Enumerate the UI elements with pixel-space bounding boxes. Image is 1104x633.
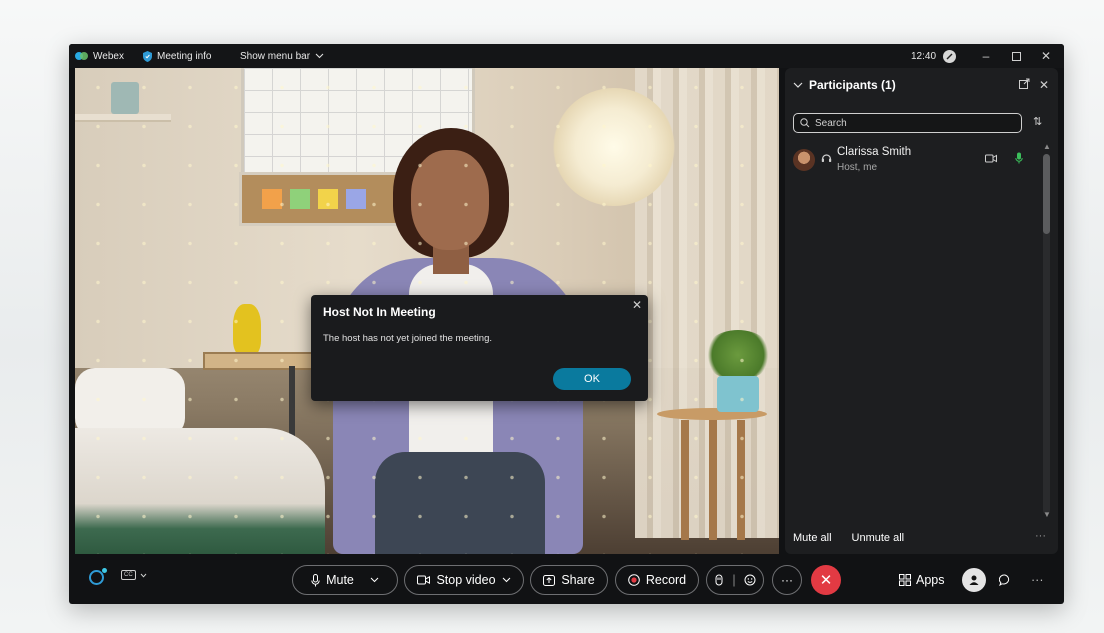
dialog-title: Host Not In Meeting: [323, 305, 436, 319]
ok-button[interactable]: OK: [553, 368, 631, 390]
chat-icon: [999, 574, 1010, 586]
shield-icon: [143, 50, 152, 62]
participant-role: Host, me: [837, 162, 878, 173]
clock: 12:40: [911, 50, 937, 62]
microphone-icon[interactable]: [1015, 152, 1023, 167]
dialog-message: The host has not yet joined the meeting.: [323, 333, 492, 344]
avatar: [793, 149, 815, 171]
webex-app-label: Webex: [75, 44, 124, 68]
search-field[interactable]: [793, 113, 1022, 133]
participant-row[interactable]: Clarissa Smith Host, me: [793, 146, 1033, 176]
participants-header[interactable]: Participants (1): [793, 78, 896, 92]
popout-icon: [1019, 78, 1030, 89]
show-menu-bar-button[interactable]: Show menu bar: [240, 44, 324, 68]
status-button[interactable]: [943, 44, 956, 68]
participants-icon[interactable]: [962, 568, 986, 592]
stop-video-button[interactable]: Stop video: [404, 565, 524, 595]
chevron-down-icon: [140, 573, 147, 578]
close-window-button[interactable]: ✕: [1031, 44, 1061, 68]
chevron-down-icon: [793, 82, 803, 88]
more-icon[interactable]: ···: [1035, 530, 1046, 542]
apps-icon: [899, 574, 911, 586]
scroll-thumb[interactable]: [1043, 154, 1050, 234]
more-icon: ···: [1031, 573, 1044, 587]
participants-panel: Participants (1) ✕ ⇅ Clarissa Smith Host…: [785, 68, 1058, 554]
hand-reactions-button[interactable]: |: [706, 565, 764, 595]
record-label: Record: [645, 573, 687, 587]
title-bar: Webex Meeting info Show menu bar 12:40 –…: [69, 44, 1064, 68]
apps-button[interactable]: Apps: [899, 565, 945, 595]
close-icon: ✕: [1039, 78, 1050, 92]
share-icon: [543, 574, 556, 586]
minimize-button[interactable]: –: [971, 44, 1001, 68]
closed-captions-button[interactable]: CC: [121, 570, 147, 580]
raise-hand-icon: [715, 574, 723, 586]
record-icon: [628, 574, 640, 586]
sort-button[interactable]: ⇅: [1033, 115, 1042, 128]
chevron-down-icon: [502, 577, 510, 583]
mute-label: Mute: [326, 573, 354, 587]
scroll-down-icon[interactable]: ▼: [1043, 510, 1051, 519]
participant-name: Clarissa Smith: [837, 146, 912, 158]
close-icon: ✕: [1040, 49, 1052, 63]
share-button[interactable]: Share: [530, 565, 608, 595]
more-options-button[interactable]: ···: [772, 565, 802, 595]
close-panel-button[interactable]: ✕: [1039, 78, 1049, 92]
ai-assistant-badge: [102, 568, 107, 573]
participants-title: Participants (1): [809, 78, 896, 92]
status-icon: [943, 49, 956, 63]
end-call-button[interactable]: ✕: [811, 565, 841, 595]
camera-icon: [985, 154, 997, 166]
popout-button[interactable]: [1019, 78, 1030, 92]
closed-captions-icon: CC: [121, 570, 136, 580]
participants-scrollbar[interactable]: [1043, 154, 1050, 514]
headset-icon: [821, 152, 832, 167]
reactions-icon: [744, 574, 756, 586]
share-label: Share: [561, 573, 595, 587]
search-icon: [800, 118, 810, 128]
more-options-right[interactable]: ···: [1031, 565, 1044, 595]
show-menu-bar-label: Show menu bar: [240, 50, 311, 62]
search-input[interactable]: [815, 117, 1005, 129]
maximize-icon: [1011, 51, 1021, 61]
divider: |: [732, 573, 736, 587]
webex-logo-icon: [75, 52, 88, 60]
dialog-close-icon[interactable]: ✕: [632, 298, 642, 312]
mute-button[interactable]: Mute: [292, 565, 398, 595]
end-call-icon: ✕: [819, 572, 833, 589]
maximize-button[interactable]: [1001, 44, 1031, 68]
panel-footer: Mute all Unmute all: [793, 532, 904, 544]
video-feed: Host Not In Meeting ✕ The host has not y…: [75, 68, 779, 554]
unmute-all-button[interactable]: Unmute all: [852, 532, 905, 544]
mute-all-button[interactable]: Mute all: [793, 532, 832, 544]
host-not-in-meeting-dialog: Host Not In Meeting ✕ The host has not y…: [311, 295, 648, 401]
meeting-controls-bar: CC Mute Stop video Share Record | ··· ✕: [69, 560, 1064, 604]
minimize-icon: –: [982, 49, 990, 63]
camera-icon: [417, 575, 431, 585]
apps-label: Apps: [916, 573, 945, 587]
more-icon: ···: [781, 573, 793, 587]
microphone-icon: [311, 573, 320, 586]
chevron-down-icon: [315, 53, 324, 59]
app-name: Webex: [93, 50, 124, 62]
meeting-info-label: Meeting info: [157, 50, 212, 62]
scroll-up-icon[interactable]: ▲: [1043, 142, 1051, 151]
webex-meeting-window: Webex Meeting info Show menu bar 12:40 –…: [69, 44, 1064, 604]
chevron-down-icon: [370, 577, 379, 583]
record-button[interactable]: Record: [615, 565, 699, 595]
sort-icon: ⇅: [1033, 116, 1043, 128]
stop-video-label: Stop video: [436, 573, 496, 587]
meeting-info-button[interactable]: Meeting info: [143, 44, 211, 68]
chat-button[interactable]: [999, 565, 1011, 595]
